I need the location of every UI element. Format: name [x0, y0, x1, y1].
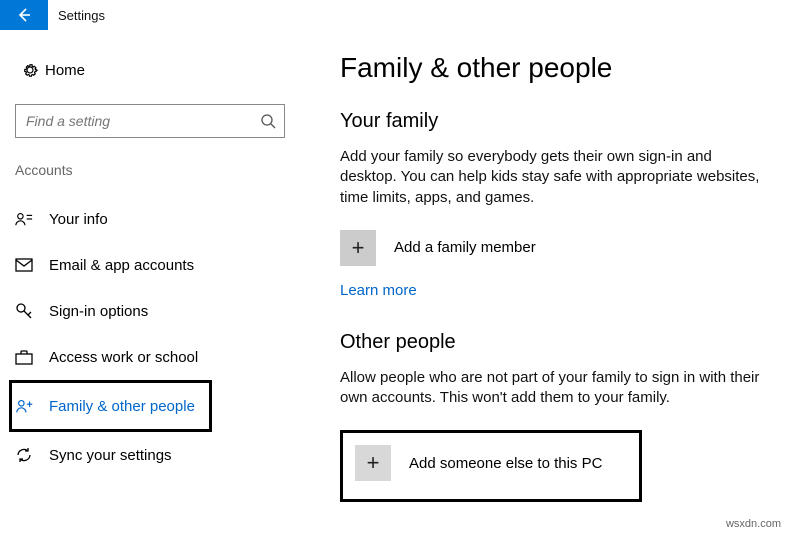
plus-icon: + — [355, 445, 391, 481]
arrow-left-icon — [15, 6, 33, 24]
key-icon — [15, 302, 49, 320]
sidebar-item-label: Family & other people — [49, 398, 195, 415]
home-button[interactable]: Home — [15, 50, 285, 90]
sidebar: Home Accounts Your info Email & app acco… — [0, 42, 300, 502]
sidebar-item-family[interactable]: Family & other people — [15, 383, 209, 429]
section-label: Accounts — [15, 162, 285, 178]
add-family-member-button[interactable]: + Add a family member — [340, 230, 774, 266]
other-people-description: Allow people who are not part of your fa… — [340, 368, 770, 409]
people-plus-icon — [15, 398, 49, 414]
add-someone-label: Add someone else to this PC — [409, 455, 602, 472]
family-heading: Your family — [340, 110, 774, 133]
other-people-heading: Other people — [340, 331, 774, 354]
gear-icon — [15, 61, 45, 79]
sidebar-item-email[interactable]: Email & app accounts — [15, 242, 285, 288]
learn-more-link[interactable]: Learn more — [340, 282, 417, 299]
sidebar-item-label: Access work or school — [49, 349, 198, 366]
add-family-label: Add a family member — [394, 239, 536, 256]
app-title: Settings — [58, 8, 105, 23]
briefcase-icon — [15, 349, 49, 365]
sidebar-item-label: Your info — [49, 211, 108, 228]
sidebar-item-label: Sync your settings — [49, 447, 172, 464]
add-someone-else-button[interactable]: + Add someone else to this PC — [355, 445, 623, 481]
search-icon — [260, 113, 276, 129]
watermark: wsxdn.com — [726, 518, 781, 530]
back-button[interactable] — [0, 0, 48, 30]
sidebar-item-access[interactable]: Access work or school — [15, 334, 285, 380]
sidebar-item-label: Email & app accounts — [49, 257, 194, 274]
sidebar-item-sync[interactable]: Sync your settings — [15, 432, 285, 478]
titlebar: Settings — [0, 0, 789, 30]
home-label: Home — [45, 62, 85, 79]
main-panel: Family & other people Your family Add yo… — [300, 42, 789, 502]
page-title: Family & other people — [340, 52, 774, 84]
sidebar-item-your-info[interactable]: Your info — [15, 196, 285, 242]
family-description: Add your family so everybody gets their … — [340, 147, 770, 208]
sidebar-item-label: Sign-in options — [49, 303, 148, 320]
sync-icon — [15, 446, 49, 464]
person-badge-icon — [15, 211, 49, 227]
mail-icon — [15, 258, 49, 272]
search-box[interactable] — [15, 104, 285, 138]
sidebar-item-signin[interactable]: Sign-in options — [15, 288, 285, 334]
highlight-add-someone: + Add someone else to this PC — [340, 430, 642, 502]
search-input[interactable] — [24, 112, 260, 130]
plus-icon: + — [340, 230, 376, 266]
highlight-family-nav: Family & other people — [9, 380, 212, 432]
